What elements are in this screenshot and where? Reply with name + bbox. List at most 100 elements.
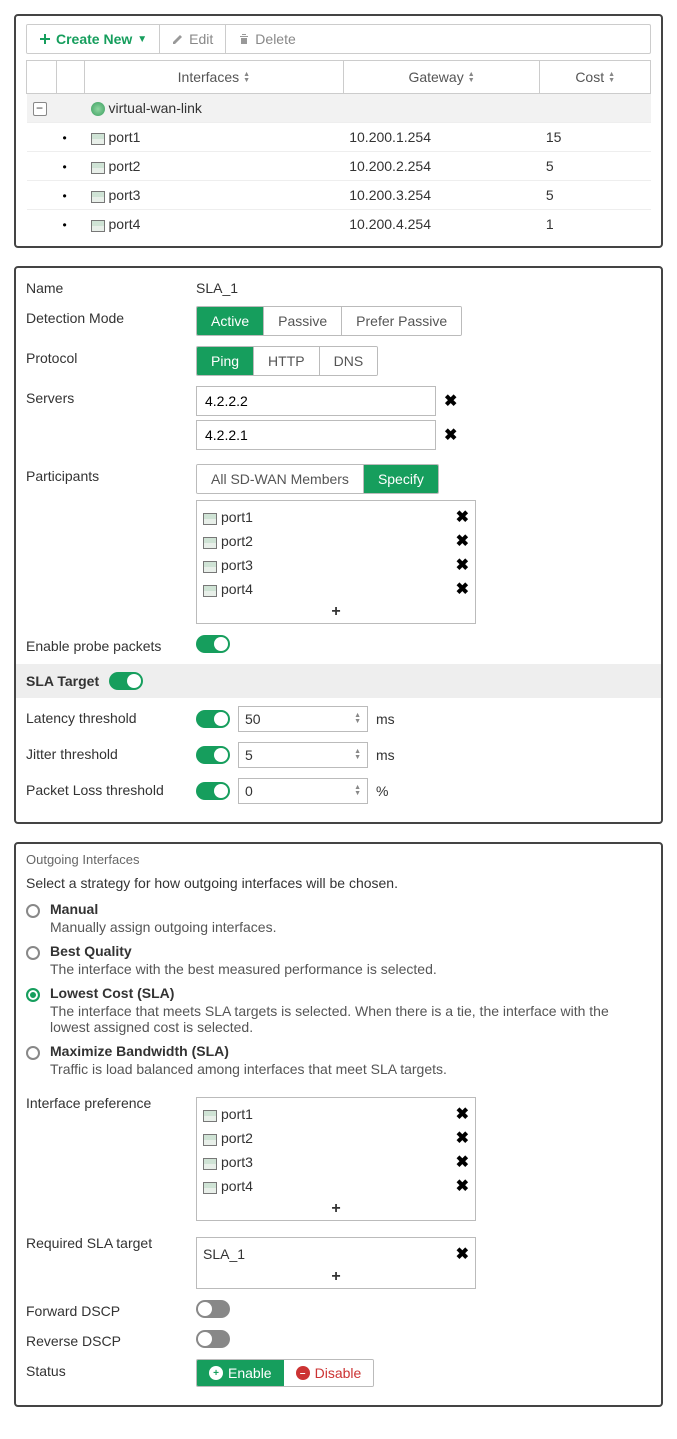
server-input-1[interactable] — [196, 420, 436, 450]
table-row[interactable]: • port2 10.200.2.254 5 — [27, 152, 651, 181]
delete-label: Delete — [255, 31, 295, 47]
protocol-http-button[interactable]: HTTP — [254, 347, 320, 375]
protocol-dns-button[interactable]: DNS — [320, 347, 378, 375]
table-row[interactable]: • port1 10.200.1.254 15 — [27, 123, 651, 152]
add-interface-button[interactable]: + — [203, 1198, 469, 1218]
loss-unit: % — [376, 783, 388, 799]
sla-target-toggle[interactable] — [109, 672, 143, 690]
participants-all-button[interactable]: All SD-WAN Members — [197, 465, 364, 493]
remove-server-icon[interactable]: ✖ — [444, 391, 457, 411]
list-item[interactable]: port2✖ — [203, 529, 469, 553]
detection-label: Detection Mode — [26, 306, 196, 326]
stepper-icon[interactable]: ▲▼ — [354, 749, 361, 761]
sort-icon: ▲▼ — [608, 72, 615, 84]
loss-toggle[interactable] — [196, 782, 230, 800]
nic-icon — [91, 162, 105, 174]
sort-icon: ▲▼ — [243, 72, 250, 84]
add-sla-button[interactable]: + — [203, 1266, 469, 1286]
nic-icon — [91, 191, 105, 203]
list-item[interactable]: port1✖ — [203, 505, 469, 529]
protocol-segmented: Ping HTTP DNS — [196, 346, 378, 376]
list-item[interactable]: SLA_1✖ — [203, 1242, 469, 1266]
wan-icon — [91, 102, 105, 116]
nic-icon — [91, 133, 105, 145]
protocol-ping-button[interactable]: Ping — [197, 347, 254, 375]
nic-icon — [203, 1110, 217, 1122]
radio-icon — [26, 946, 40, 960]
fwd-dscp-toggle[interactable] — [196, 1300, 230, 1318]
lowest-desc: The interface that meets SLA targets is … — [50, 1003, 651, 1035]
servers-label: Servers — [26, 386, 196, 406]
sort-icon: ▲▼ — [468, 72, 475, 84]
max-title: Maximize Bandwidth (SLA) — [50, 1043, 447, 1059]
strategy-lowest-cost[interactable]: Lowest Cost (SLA) The interface that mee… — [26, 985, 651, 1035]
protocol-label: Protocol — [26, 346, 196, 366]
remove-icon[interactable]: ✖ — [456, 531, 469, 551]
stepper-icon[interactable]: ▲▼ — [354, 713, 361, 725]
radio-icon-selected — [26, 988, 40, 1002]
strategy-best-quality[interactable]: Best Quality The interface with the best… — [26, 943, 651, 977]
remove-icon[interactable]: ✖ — [456, 1128, 469, 1148]
delete-button[interactable]: Delete — [226, 25, 307, 53]
status-disable-button[interactable]: –Disable — [284, 1360, 374, 1386]
lowest-title: Lowest Cost (SLA) — [50, 985, 651, 1001]
bullet-icon: • — [63, 160, 67, 174]
participants-specify-button[interactable]: Specify — [364, 465, 438, 493]
strategy-max-bandwidth[interactable]: Maximize Bandwidth (SLA) Traffic is load… — [26, 1043, 651, 1077]
list-item[interactable]: port4✖ — [203, 1174, 469, 1198]
table-row-root[interactable]: − virtual-wan-link — [27, 94, 651, 123]
loss-input[interactable]: 0▲▼ — [238, 778, 368, 804]
disable-icon: – — [296, 1366, 310, 1380]
detection-active-button[interactable]: Active — [197, 307, 264, 335]
list-item[interactable]: port4✖ — [203, 577, 469, 601]
table-row[interactable]: • port3 10.200.3.254 5 — [27, 181, 651, 210]
interface-pref-list: port1✖ port2✖ port3✖ port4✖ + — [196, 1097, 476, 1221]
remove-server-icon[interactable]: ✖ — [444, 425, 457, 445]
bullet-icon: • — [63, 218, 67, 232]
latency-unit: ms — [376, 711, 395, 727]
rev-dscp-toggle[interactable] — [196, 1330, 230, 1348]
table-row[interactable]: • port4 10.200.4.254 1 — [27, 210, 651, 239]
remove-icon[interactable]: ✖ — [456, 1104, 469, 1124]
latency-toggle[interactable] — [196, 710, 230, 728]
create-new-button[interactable]: Create New ▼ — [27, 25, 160, 53]
manual-desc: Manually assign outgoing interfaces. — [50, 919, 276, 935]
add-participant-button[interactable]: + — [203, 601, 469, 621]
loss-label: Packet Loss threshold — [26, 778, 196, 798]
outgoing-panel: Outgoing Interfaces Select a strategy fo… — [14, 842, 663, 1407]
list-item[interactable]: port3✖ — [203, 1150, 469, 1174]
status-enable-button[interactable]: +Enable — [197, 1360, 284, 1386]
name-value: SLA_1 — [196, 276, 651, 296]
remove-icon[interactable]: ✖ — [456, 1152, 469, 1172]
remove-icon[interactable]: ✖ — [456, 1244, 469, 1264]
collapse-icon[interactable]: − — [33, 102, 47, 116]
list-item[interactable]: port1✖ — [203, 1102, 469, 1126]
jitter-toggle[interactable] — [196, 746, 230, 764]
list-item[interactable]: port3✖ — [203, 553, 469, 577]
latency-input[interactable]: 50▲▼ — [238, 706, 368, 732]
detection-prefer-button[interactable]: Prefer Passive — [342, 307, 461, 335]
col-interfaces[interactable]: Interfaces▲▼ — [85, 61, 344, 94]
participants-label: Participants — [26, 464, 196, 484]
wan-table: Interfaces▲▼ Gateway▲▼ Cost▲▼ − virtual-… — [26, 60, 651, 238]
fwd-dscp-label: Forward DSCP — [26, 1299, 196, 1319]
strategy-manual[interactable]: Manual Manually assign outgoing interfac… — [26, 901, 651, 935]
edit-button[interactable]: Edit — [160, 25, 226, 53]
detection-passive-button[interactable]: Passive — [264, 307, 342, 335]
remove-icon[interactable]: ✖ — [456, 579, 469, 599]
remove-icon[interactable]: ✖ — [456, 1176, 469, 1196]
remove-icon[interactable]: ✖ — [456, 555, 469, 575]
remove-icon[interactable]: ✖ — [456, 507, 469, 527]
col-gateway[interactable]: Gateway▲▼ — [343, 61, 540, 94]
name-label: Name — [26, 276, 196, 296]
probe-toggle[interactable] — [196, 635, 230, 653]
nic-icon — [203, 1158, 217, 1170]
radio-icon — [26, 904, 40, 918]
stepper-icon[interactable]: ▲▼ — [354, 785, 361, 797]
server-input-0[interactable] — [196, 386, 436, 416]
list-item[interactable]: port2✖ — [203, 1126, 469, 1150]
best-title: Best Quality — [50, 943, 437, 959]
col-cost[interactable]: Cost▲▼ — [540, 61, 651, 94]
rev-dscp-label: Reverse DSCP — [26, 1329, 196, 1349]
jitter-input[interactable]: 5▲▼ — [238, 742, 368, 768]
